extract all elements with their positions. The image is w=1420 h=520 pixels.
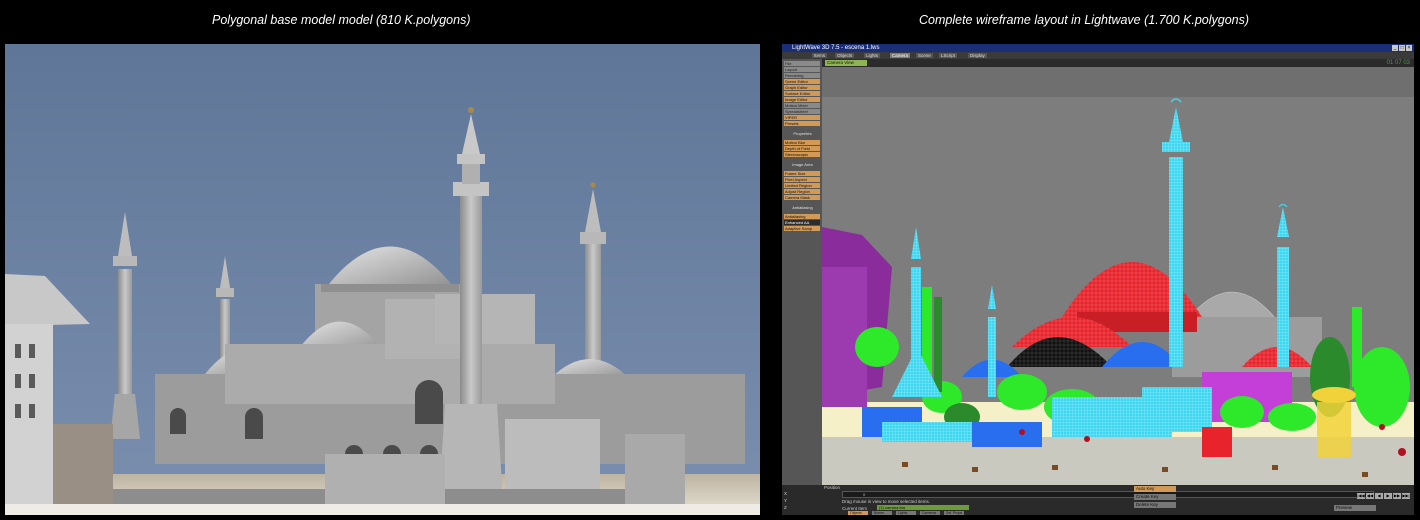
bones-button[interactable]: Bones bbox=[872, 511, 892, 515]
objects-button[interactable]: Objects bbox=[848, 511, 868, 515]
playback-button-5[interactable]: ▶▶| bbox=[1402, 493, 1410, 499]
sidebar-image-editor[interactable]: Image Editor bbox=[784, 97, 820, 102]
current-item-select[interactable]: (1) camara.lws bbox=[877, 505, 969, 510]
sidebar-adjust-region[interactable]: Adjust Region bbox=[784, 189, 820, 194]
sidebar-presets[interactable]: Presets bbox=[784, 121, 820, 126]
lightwave-tabbar: Items Objects Lights Camera Scene LScript Disp… bbox=[782, 52, 1414, 59]
sidebar-adaptive-samp[interactable]: Adaptive Samp bbox=[784, 226, 820, 231]
sidebar-layout[interactable]: Layout bbox=[784, 67, 820, 72]
sidebar-frame-size[interactable]: Frame Size bbox=[784, 171, 820, 176]
sidebar-graph-editor[interactable]: Graph Editor bbox=[784, 85, 820, 90]
sidebar-image-area: Image Area bbox=[792, 162, 813, 167]
auto-key-button[interactable]: Auto Key bbox=[1134, 486, 1176, 492]
status-text: Drag mouse in view to move selected item… bbox=[842, 499, 931, 504]
sidebar-limited-region[interactable]: Limited Region bbox=[784, 183, 820, 188]
preview-button[interactable]: Preview bbox=[1334, 505, 1376, 511]
caption-left: Polygonal base model model (810 K.polygo… bbox=[212, 13, 471, 27]
playback-controls: |◀◀ ◀◀ ◀ ▶ ▶▶ ▶▶| bbox=[1357, 493, 1410, 499]
lights-button[interactable]: Lights bbox=[896, 511, 916, 515]
sidebar-enhanced-aa[interactable]: Enhanced AA bbox=[784, 220, 820, 225]
create-key-button[interactable]: Create Key bbox=[1134, 494, 1176, 500]
sidebar-rendering[interactable]: Rendering bbox=[784, 73, 820, 78]
tab-lights[interactable]: Lights bbox=[864, 53, 881, 58]
playback-button-3[interactable]: ▶ bbox=[1384, 493, 1392, 499]
tab-display[interactable]: Display bbox=[968, 53, 987, 58]
tab-lscript[interactable]: LScript bbox=[939, 53, 958, 58]
sidebar-antialiasing: Antialiasing bbox=[792, 205, 813, 210]
axis-y-label: Y bbox=[784, 498, 788, 503]
sel-props-button[interactable]: Sel. Props bbox=[944, 511, 964, 515]
tab-items[interactable]: Items bbox=[812, 53, 828, 58]
wire-yellow-gazebo bbox=[1312, 387, 1356, 457]
axis-x-label: X bbox=[784, 491, 788, 496]
lightwave-sidebar: File Layout Rendering Scene Editor Graph Edi… bbox=[782, 59, 822, 485]
lightwave-toolbar: Camera View 01 07 03 bbox=[822, 59, 1414, 67]
tab-camera[interactable]: Camera bbox=[890, 53, 911, 58]
playback-button-0[interactable]: |◀◀ bbox=[1357, 493, 1365, 499]
playback-button-2[interactable]: ◀ bbox=[1375, 493, 1383, 499]
axis-z-label: Z bbox=[784, 505, 787, 510]
sidebar-motion-mixer[interactable]: Motion Mixer bbox=[784, 103, 820, 108]
rendered-mosque-image bbox=[5, 44, 760, 515]
sidebar-stereoscopic[interactable]: Stereoscopic bbox=[784, 152, 820, 157]
wireframe-viewport[interactable] bbox=[822, 67, 1414, 485]
frame-readout: 01 07 03 bbox=[1386, 60, 1410, 66]
cameras-button[interactable]: Cameras bbox=[920, 511, 940, 515]
lightwave-titlebar: LightWave 3D 7.5 - escena 1.lws _ □ × bbox=[782, 44, 1414, 52]
playback-button-4[interactable]: ▶▶ bbox=[1393, 493, 1401, 499]
sidebar-motion-blur[interactable]: Motion Blur bbox=[784, 140, 820, 145]
lightwave-bottom-panel: Position X Y Z 0 Drag mouse in view to m… bbox=[782, 485, 1414, 515]
frame-slider[interactable]: 0 bbox=[842, 491, 1374, 498]
caption-right: Complete wireframe layout in Lightwave (… bbox=[919, 13, 1250, 27]
position-label: Position bbox=[824, 485, 841, 490]
minimize-button[interactable]: _ bbox=[1392, 45, 1398, 51]
window-controls: _ □ × bbox=[1392, 45, 1412, 51]
maximize-button[interactable]: □ bbox=[1399, 45, 1405, 51]
sidebar-camera-mask[interactable]: Camera Mask bbox=[784, 195, 820, 200]
sidebar-properties: Properties bbox=[793, 131, 812, 136]
sidebar-spreadsheet[interactable]: Spreadsheet bbox=[784, 109, 820, 114]
tab-objects[interactable]: Objects bbox=[835, 53, 855, 58]
sidebar-scene-editor[interactable]: Scene Editor bbox=[784, 79, 820, 84]
frame-value: 0 bbox=[863, 492, 866, 497]
close-button[interactable]: × bbox=[1406, 45, 1412, 51]
sidebar-surface-editor[interactable]: Surface Editor bbox=[784, 91, 820, 96]
sidebar-pixel-aspect[interactable]: Pixel Aspect bbox=[784, 177, 820, 182]
delete-key-button[interactable]: Delete Key bbox=[1134, 502, 1176, 508]
sidebar-file[interactable]: File bbox=[784, 61, 820, 66]
sidebar-antialiasing[interactable]: Antialiasing bbox=[784, 214, 820, 219]
tab-scene[interactable]: Scene bbox=[916, 53, 933, 58]
sidebar-depth-of-field[interactable]: Depth of Field bbox=[784, 146, 820, 151]
view-select[interactable]: Camera View bbox=[825, 60, 867, 66]
lightwave-window: LightWave 3D 7.5 - escena 1.lws _ □ × It… bbox=[782, 44, 1414, 515]
playback-button-1[interactable]: ◀◀ bbox=[1366, 493, 1374, 499]
sidebar-viper[interactable]: VIPER bbox=[784, 115, 820, 120]
lightwave-title: LightWave 3D 7.5 - escena 1.lws bbox=[792, 45, 880, 51]
